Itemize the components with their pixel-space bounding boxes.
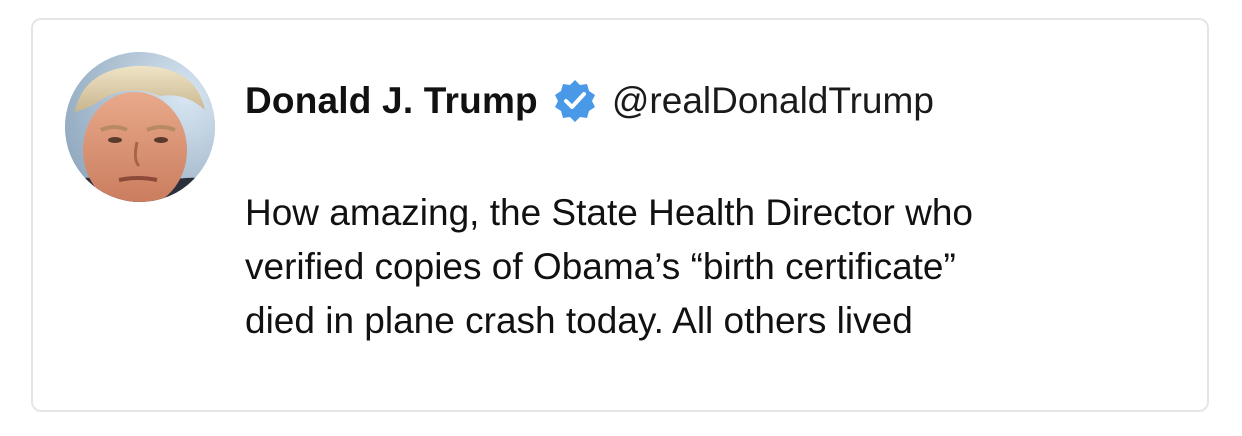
tweet-header: Donald J. Trump @realDonaldTrump xyxy=(245,76,934,126)
tweet-card: Donald J. Trump @realDonaldTrump How ama… xyxy=(31,18,1209,412)
profile-photo-icon xyxy=(65,52,215,202)
tweet-text-line: verified copies of Obama’s “birth certif… xyxy=(245,246,956,287)
author-name[interactable]: Donald J. Trump xyxy=(245,80,538,122)
tweet-text: How amazing, the State Health Director w… xyxy=(245,186,1165,348)
avatar[interactable] xyxy=(65,52,215,202)
verified-badge-icon xyxy=(552,78,598,124)
author-handle[interactable]: @realDonaldTrump xyxy=(612,80,934,122)
tweet-text-line: How amazing, the State Health Director w… xyxy=(245,192,974,233)
tweet-text-line: died in plane crash today. All others li… xyxy=(245,300,913,341)
